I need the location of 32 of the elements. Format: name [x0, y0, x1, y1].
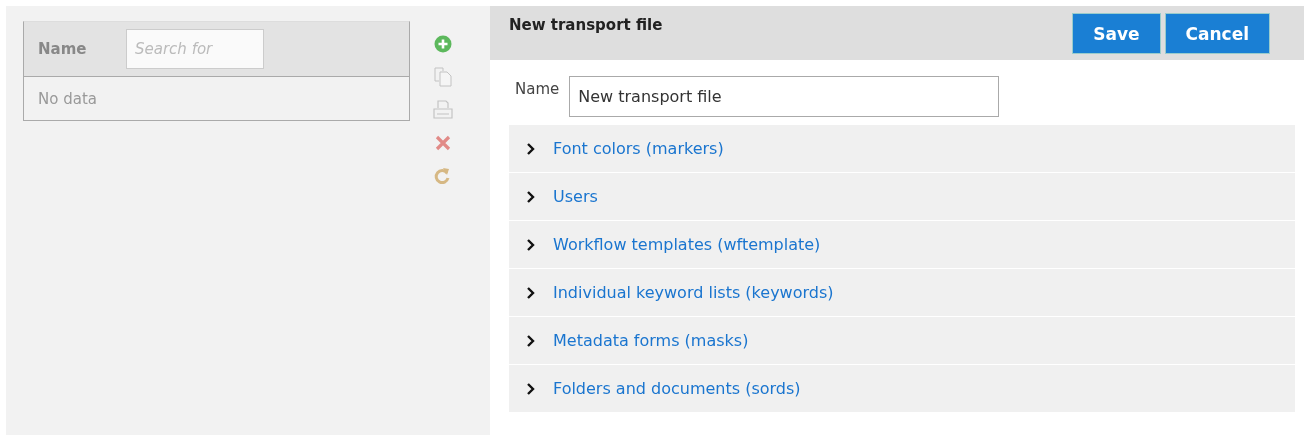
cancel-button[interactable]: Cancel: [1164, 13, 1270, 54]
add-button[interactable]: [432, 33, 454, 55]
section-title[interactable]: Metadata forms (masks): [553, 331, 749, 350]
section-header[interactable]: Font colors (markers): [509, 125, 1295, 172]
save-button[interactable]: Save: [1072, 13, 1161, 54]
chevron-right-icon: [526, 141, 536, 156]
section-header[interactable]: Metadata forms (masks): [509, 317, 1295, 364]
section-header[interactable]: Users: [509, 173, 1295, 220]
chevron-right-icon: [526, 189, 536, 204]
column-header[interactable]: Name: [38, 40, 102, 58]
section-title[interactable]: Folders and documents (sords): [553, 379, 801, 398]
section-title[interactable]: Workflow templates (wftemplate): [553, 235, 821, 254]
refresh-icon: [434, 166, 452, 186]
section-title[interactable]: Users: [553, 187, 598, 206]
delete-icon: [435, 135, 451, 151]
search-field[interactable]: Search for: [126, 29, 264, 69]
section-title[interactable]: Font colors (markers): [553, 139, 724, 158]
chevron-right-icon: [526, 285, 536, 300]
chevron-right-icon: [526, 381, 536, 396]
section-header[interactable]: Folders and documents (sords): [509, 365, 1295, 412]
chevron-right-icon: [526, 333, 536, 348]
field-label: Name: [515, 79, 560, 100]
section-title[interactable]: Individual keyword lists (keywords): [553, 283, 834, 302]
empty-message: No data: [38, 90, 97, 108]
add-icon: [434, 35, 452, 53]
printer-icon: [433, 100, 453, 120]
section-header[interactable]: Individual keyword lists (keywords): [509, 269, 1295, 316]
chevron-right-icon: [526, 237, 536, 252]
copy-icon: [434, 67, 452, 87]
editor-title: New transport file: [509, 16, 663, 34]
section-header[interactable]: Workflow templates (wftemplate): [509, 221, 1295, 268]
name-field[interactable]: New transport file: [569, 76, 1000, 117]
